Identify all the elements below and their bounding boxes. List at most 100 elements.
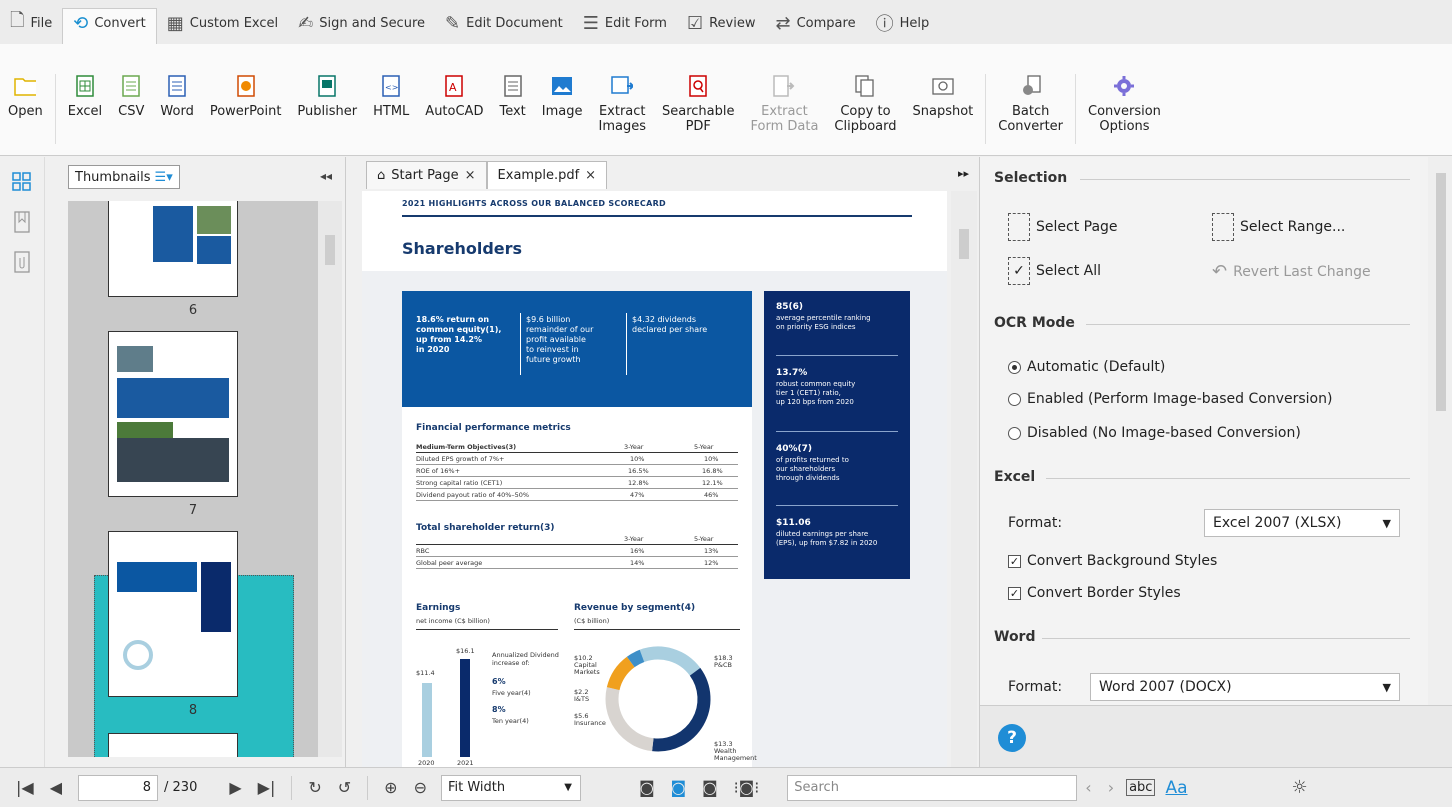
excel-button[interactable]: Excel [60,74,110,154]
rotate-counterclockwise-icon[interactable]: ↺ [330,778,359,797]
autocad-button[interactable]: A AutoCAD [417,74,491,154]
csv-button[interactable]: CSV [110,74,152,154]
dividend-note: Annualized Dividend increase of: [492,651,559,667]
text-button[interactable]: Text [491,74,533,154]
image-icon [551,74,573,98]
dividend-5yr-label: Five year(4) [492,689,531,697]
checkbox-indicator: ✓ [1008,586,1021,600]
tab-start-page[interactable]: ⌂ Start Page × [366,161,487,189]
bookmarks-icon[interactable] [11,211,33,233]
zoom-dropdown[interactable]: Fit Width ▼ [440,774,581,801]
select-page-button[interactable]: Select Page [1008,213,1118,241]
select-range-button[interactable]: Select Range... [1212,213,1345,241]
next-page-icon[interactable]: ▶ [221,778,249,797]
brightness-icon[interactable]: ☼ [1284,777,1316,798]
search-input[interactable]: Search [787,774,1078,801]
thumbnail-view-dropdown[interactable]: Thumbnails ☰▾ [68,165,180,189]
select-all-button[interactable]: ✓ Select All [1008,257,1101,285]
pdf-page: 2021 HIGHLIGHTS ACROSS OUR BALANCED SCOR… [362,191,947,767]
thumbnail-page-6[interactable] [108,201,238,297]
bar-value-label: $16.1 [456,647,475,655]
thumbnail-scrollbar[interactable] [318,201,342,757]
snapshot-button[interactable]: Snapshot [905,74,982,154]
text-icon [502,74,524,98]
home-icon: ⌂ [377,168,386,183]
dropdown-arrow-icon: ▼ [564,781,572,793]
single-page-view-icon[interactable]: ◙ [631,778,663,797]
match-case-toggle[interactable]: Aa [1165,778,1187,798]
extract-images-button[interactable]: Extract Images [590,74,654,154]
section-divider [1086,324,1410,325]
ocr-disabled-radio[interactable]: Disabled (No Image-based Conversion) [1008,425,1301,441]
word-format-label: Format: [1008,679,1063,695]
extract-form-data-button[interactable]: Extract Form Data [742,74,826,154]
scrollbar-thumb[interactable] [325,235,335,265]
two-page-view-icon[interactable]: ◙ [694,778,726,797]
more-tabs-icon[interactable]: ▸▸ [958,167,969,180]
convert-background-checkbox[interactable]: ✓ Convert Background Styles [1008,553,1217,569]
last-page-icon[interactable]: ▶| [250,778,284,797]
close-icon[interactable]: × [465,168,476,183]
thumbnail-page-8[interactable] [108,531,238,697]
thumbnails-panel-icon[interactable] [11,171,33,193]
copy-icon [854,74,876,98]
convert-icon: ⟲ [73,13,89,34]
whole-word-toggle[interactable]: abc [1126,779,1156,796]
first-page-icon[interactable]: |◀ [8,778,42,797]
zoom-in-icon[interactable]: ⊕ [376,778,405,797]
convert-border-checkbox[interactable]: ✓ Convert Border Styles [1008,585,1181,601]
page-number-input[interactable]: 8 [78,774,159,801]
segment-label: $10.2 Capital Markets [574,654,600,676]
extract-images-icon [611,74,634,98]
word-format-dropdown[interactable]: Word 2007 (DOCX) ▼ [1090,673,1400,701]
ocr-automatic-radio[interactable]: Automatic (Default) [1008,359,1165,375]
tab-example-pdf[interactable]: Example.pdf × [486,161,608,189]
select-range-icon [1212,213,1234,241]
scrollbar-thumb[interactable] [959,229,969,259]
document-scrollbar[interactable] [951,191,977,767]
publisher-button[interactable]: Publisher [289,74,365,154]
ocr-enabled-radio[interactable]: Enabled (Perform Image-based Conversion) [1008,391,1332,407]
copy-clipboard-button[interactable]: Copy to Clipboard [826,74,904,154]
attachments-icon[interactable] [11,251,33,273]
searchable-pdf-button[interactable]: Searchable PDF [654,74,743,154]
options-scrollbar[interactable] [1428,157,1452,705]
conversion-options-button[interactable]: Conversion Options [1080,74,1169,154]
status-divider [367,775,369,800]
thumbnail-page-7[interactable] [108,331,238,497]
thumbnail-page-9[interactable] [108,733,238,757]
undo-icon: ↶ [1212,261,1228,282]
table-row: Strong capital ratio (CET1) 12.8% 12.1% [416,479,738,489]
segment-label: $2.2 I&TS [574,688,590,703]
collapse-panel-icon[interactable]: ◂◂ [320,169,332,183]
donut-segment-2 [605,687,654,752]
scrollbar-thumb[interactable] [1436,173,1446,411]
word-button[interactable]: Word [152,74,201,154]
fit-page-view-icon[interactable]: ◙ [663,778,695,797]
rotate-clockwise-icon[interactable]: ↻ [300,778,329,797]
document-tabs: ⌂ Start Page × Example.pdf × ▸▸ [346,157,977,189]
table-row: RBC 16% 13% [416,547,738,557]
batch-converter-button[interactable]: Batch Converter [990,74,1071,154]
close-icon[interactable]: × [585,168,596,183]
help-icon[interactable]: ? [998,724,1026,752]
highlight-dividends: $4.32 dividends declared per share [632,315,708,334]
thumbnail-label: 7 [188,503,198,518]
excel-format-dropdown[interactable]: Excel 2007 (XLSX) ▼ [1204,509,1400,537]
left-rail [0,157,45,767]
search-previous-icon[interactable]: ‹ [1077,778,1099,797]
revert-last-change-button[interactable]: ↶ Revert Last Change [1212,261,1371,282]
zoom-out-icon[interactable]: ⊖ [406,778,435,797]
powerpoint-button[interactable]: PowerPoint [202,74,290,154]
continuous-view-icon[interactable]: ⁝◙⁝ [726,778,768,797]
html-button[interactable]: <> HTML [365,74,417,154]
folder-icon [14,74,37,98]
revenue-title: Revenue by segment(4) [574,603,696,613]
search-next-icon[interactable]: › [1100,778,1122,797]
image-button[interactable]: Image [534,74,591,154]
previous-page-icon[interactable]: ◀ [42,778,70,797]
highlight-profit: $9.6 billion remainder of our profit ava… [526,315,594,364]
section-selection: Selection [994,170,1068,186]
earnings-title: Earnings [416,603,461,613]
open-button[interactable]: Open [0,74,51,154]
